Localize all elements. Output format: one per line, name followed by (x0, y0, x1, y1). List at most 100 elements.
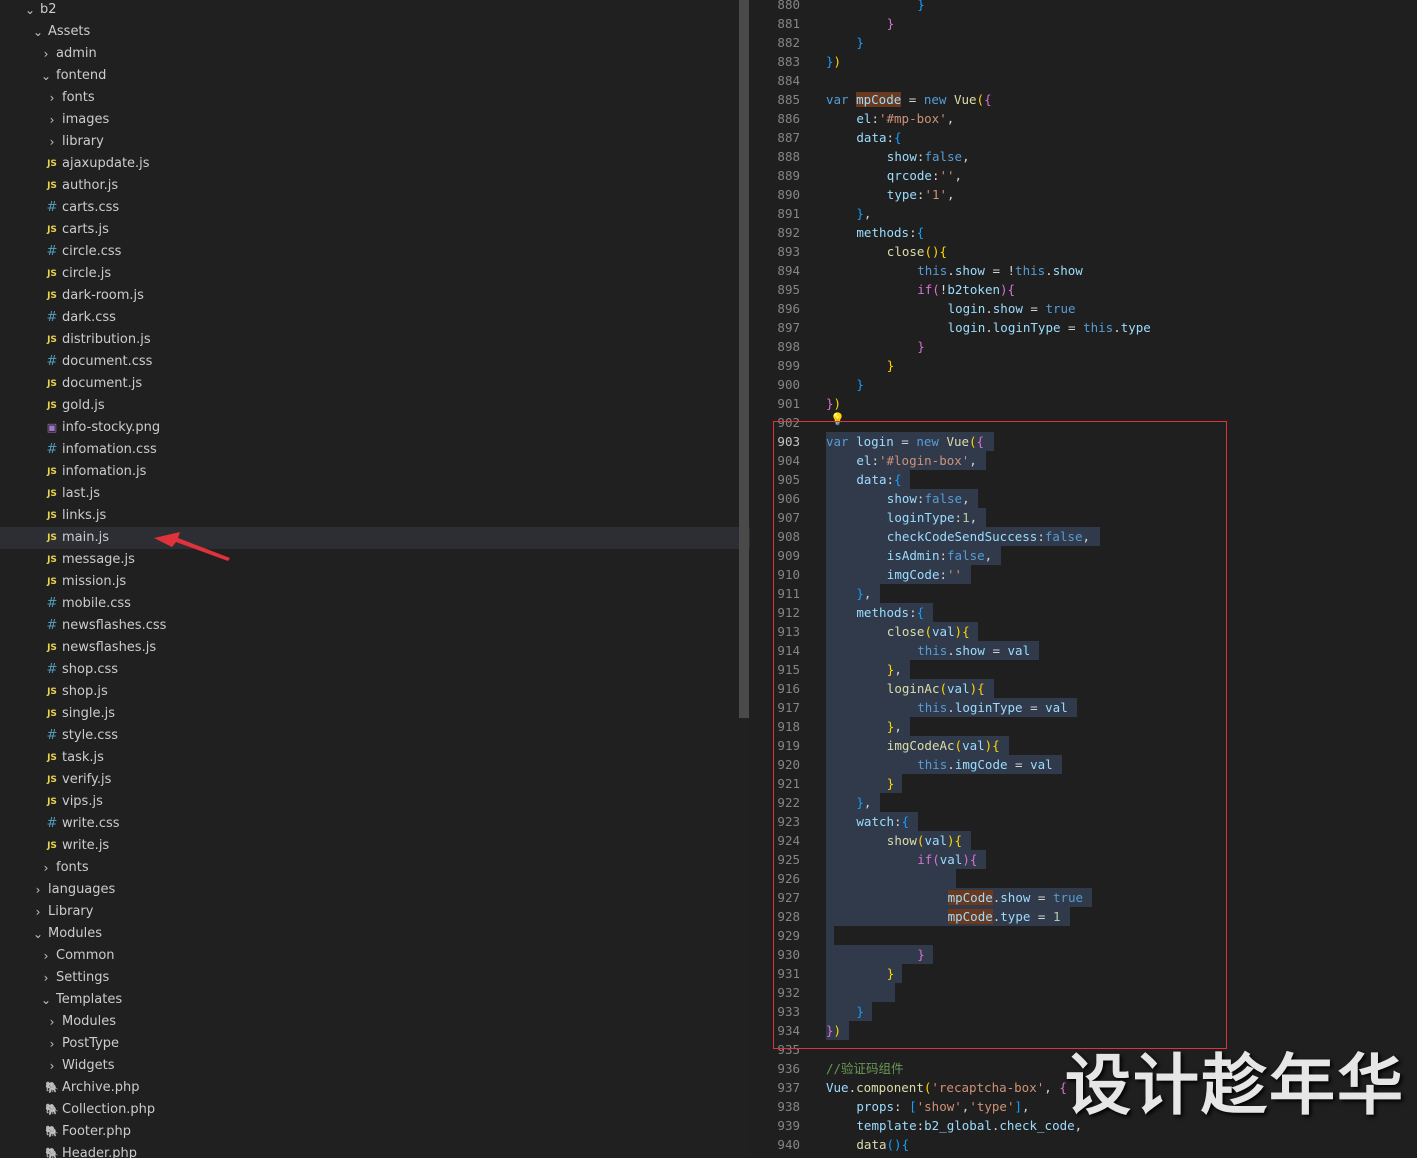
explorer-scrollbar[interactable] (739, 0, 749, 718)
tree-folder[interactable]: ⌄ b2 (0, 0, 750, 21)
tree-file[interactable]: JS circle.js (0, 263, 750, 285)
code-line[interactable]: 887 data:{ (750, 128, 1417, 147)
tree-file[interactable]: JS shop.js (0, 681, 750, 703)
tree-folder[interactable]: › Widgets (0, 1055, 750, 1077)
chevron-down-icon[interactable]: ⌄ (32, 923, 44, 945)
tree-folder[interactable]: › Library (0, 901, 750, 923)
chevron-right-icon[interactable]: › (46, 109, 58, 131)
code-line[interactable]: 888 show:false, (750, 147, 1417, 166)
tree-folder[interactable]: › library (0, 131, 750, 153)
chevron-down-icon[interactable]: ⌄ (40, 65, 52, 87)
tree-file[interactable]: JS last.js (0, 483, 750, 505)
tree-file[interactable]: # write.css (0, 813, 750, 835)
tree-folder[interactable]: › Settings (0, 967, 750, 989)
chevron-right-icon[interactable]: › (32, 901, 44, 923)
code-line[interactable]: 897 login.loginType = this.type (750, 318, 1417, 337)
code-line[interactable]: 896 login.show = true (750, 299, 1417, 318)
code-content: methods:{ (856, 223, 924, 242)
tree-file[interactable]: # circle.css (0, 241, 750, 263)
tree-folder[interactable]: › fonts (0, 857, 750, 879)
code-line[interactable]: 890 type:'1', (750, 185, 1417, 204)
tree-item-label: circle.js (62, 266, 112, 281)
tree-folder[interactable]: › images (0, 109, 750, 131)
code-token: true (1045, 301, 1076, 316)
chevron-right-icon[interactable]: › (40, 967, 52, 989)
tree-folder[interactable]: ⌄ Assets (0, 21, 750, 43)
tree-folder[interactable]: › fonts (0, 87, 750, 109)
chevron-right-icon[interactable]: › (46, 1055, 58, 1077)
tree-folder[interactable]: ⌄ Modules (0, 923, 750, 945)
code-line[interactable]: 901}) (750, 394, 1417, 413)
code-line[interactable]: 883}) (750, 52, 1417, 71)
line-number: 897 (777, 320, 800, 335)
tree-file[interactable]: JS verify.js (0, 769, 750, 791)
code-line[interactable]: 884 (750, 71, 1417, 90)
code-line[interactable]: 940 data(){ (750, 1135, 1417, 1154)
tree-file[interactable]: JS single.js (0, 703, 750, 725)
code-line[interactable]: 889 qrcode:'', (750, 166, 1417, 185)
code-line[interactable]: 881} (750, 14, 1417, 33)
tree-folder[interactable]: › Common (0, 945, 750, 967)
code-line[interactable]: 880} (750, 0, 1417, 14)
tree-folder[interactable]: › languages (0, 879, 750, 901)
tree-file[interactable]: # newsflashes.css (0, 615, 750, 637)
tree-file[interactable]: # carts.css (0, 197, 750, 219)
tree-file[interactable]: JS carts.js (0, 219, 750, 241)
chevron-down-icon[interactable]: ⌄ (24, 0, 36, 21)
chevron-right-icon[interactable]: › (46, 1011, 58, 1033)
chevron-right-icon[interactable]: › (40, 43, 52, 65)
code-line[interactable]: 886 el:'#mp-box', (750, 109, 1417, 128)
tree-file[interactable]: JS infomation.js (0, 461, 750, 483)
tree-file[interactable]: 🐘 Header.php (0, 1143, 750, 1158)
tree-file[interactable]: 🐘 Collection.php (0, 1099, 750, 1121)
tree-file[interactable]: # shop.css (0, 659, 750, 681)
tree-file[interactable]: # document.css (0, 351, 750, 373)
tree-file[interactable]: ▣ info-stocky.png (0, 417, 750, 439)
chevron-right-icon[interactable]: › (40, 945, 52, 967)
code-line[interactable]: 899} (750, 356, 1417, 375)
code-editor[interactable]: 880} 881} 882} 883}) 884 885 var mpCode = new … (750, 0, 1417, 1158)
tree-file[interactable]: JS distribution.js (0, 329, 750, 351)
tree-file[interactable]: # mobile.css (0, 593, 750, 615)
tree-file[interactable]: 🐘 Footer.php (0, 1121, 750, 1143)
tree-item-label: Settings (56, 970, 110, 985)
tree-file[interactable]: JS mission.js (0, 571, 750, 593)
code-line[interactable]: 898} (750, 337, 1417, 356)
tree-file[interactable]: JS write.js (0, 835, 750, 857)
tree-file[interactable]: 🐘 Archive.php (0, 1077, 750, 1099)
tree-folder[interactable]: › PostType (0, 1033, 750, 1055)
code-line[interactable]: 882} (750, 33, 1417, 52)
tree-file[interactable]: JS dark-room.js (0, 285, 750, 307)
tree-file[interactable]: JS links.js (0, 505, 750, 527)
code-line[interactable]: 892 methods:{ (750, 223, 1417, 242)
chevron-down-icon[interactable]: ⌄ (40, 989, 52, 1011)
chevron-right-icon[interactable]: › (40, 857, 52, 879)
code-line[interactable]: 891}, (750, 204, 1417, 223)
tree-file[interactable]: JS message.js (0, 549, 750, 571)
code-line[interactable]: 893 close(){ (750, 242, 1417, 261)
chevron-right-icon[interactable]: › (32, 879, 44, 901)
tree-file[interactable]: JS newsflashes.js (0, 637, 750, 659)
code-line[interactable]: 894 this.show = !this.show (750, 261, 1417, 280)
tree-file[interactable]: # style.css (0, 725, 750, 747)
tree-file[interactable]: JS ajaxupdate.js (0, 153, 750, 175)
tree-folder[interactable]: ⌄ fontend (0, 65, 750, 87)
tree-file[interactable]: JS document.js (0, 373, 750, 395)
tree-folder[interactable]: › admin (0, 43, 750, 65)
tree-file[interactable]: JS author.js (0, 175, 750, 197)
chevron-right-icon[interactable]: › (46, 131, 58, 153)
tree-folder[interactable]: › Modules (0, 1011, 750, 1033)
tree-file[interactable]: JS vips.js (0, 791, 750, 813)
tree-file[interactable]: # infomation.css (0, 439, 750, 461)
code-line[interactable]: 885 var mpCode = new Vue({ (750, 90, 1417, 109)
code-line[interactable]: 895 if(!b2token){ (750, 280, 1417, 299)
chevron-right-icon[interactable]: › (46, 1033, 58, 1055)
tree-folder[interactable]: ⌄ Templates (0, 989, 750, 1011)
code-line[interactable]: 900} (750, 375, 1417, 394)
chevron-down-icon[interactable]: ⌄ (32, 21, 44, 43)
tree-file[interactable]: # dark.css (0, 307, 750, 329)
tree-file[interactable]: JS gold.js (0, 395, 750, 417)
chevron-right-icon[interactable]: › (46, 87, 58, 109)
tree-file[interactable]: JS task.js (0, 747, 750, 769)
tree-file[interactable]: JS main.js (0, 527, 750, 549)
